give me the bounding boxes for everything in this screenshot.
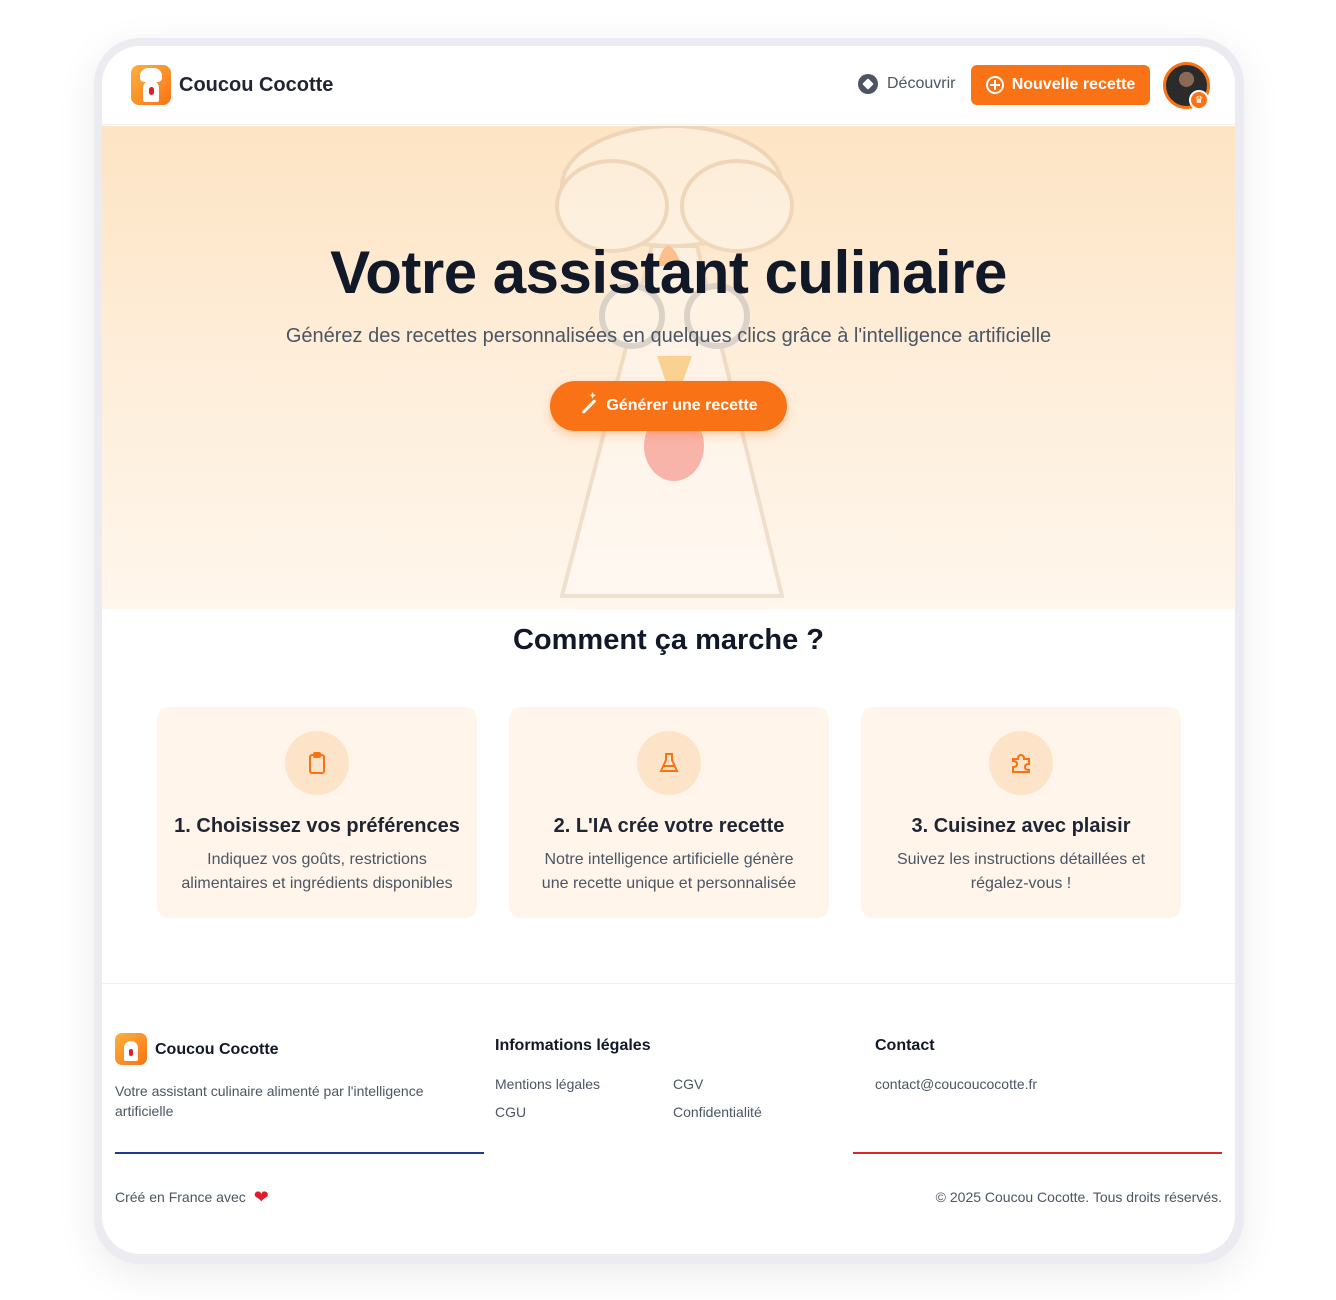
flag-red-line xyxy=(853,1152,1222,1154)
new-recipe-button[interactable]: Nouvelle recette xyxy=(971,65,1150,105)
footer: Coucou Cocotte Votre assistant culinaire… xyxy=(102,983,1235,1254)
discover-label: Découvrir xyxy=(887,75,956,92)
crown-icon: ♛ xyxy=(1189,90,1209,110)
contact-heading: Contact xyxy=(875,1037,935,1054)
hero-section: Votre assistant culinaire Générez des re… xyxy=(102,126,1235,609)
brand-name[interactable]: Coucou Cocotte xyxy=(179,74,333,97)
made-in-france: Créé en France avec ❤ xyxy=(115,1187,269,1207)
step-title: 2. L'IA crée votre recette xyxy=(553,815,785,837)
generate-recipe-label: Générer une recette xyxy=(606,397,758,414)
hero-subtitle: Générez des recettes personnalisées en q… xyxy=(285,325,1052,347)
step-title: 1. Choisissez vos préférences xyxy=(174,815,460,837)
legal-link-mentions[interactable]: Mentions légales xyxy=(495,1076,600,1092)
legal-heading: Informations légales xyxy=(495,1037,651,1054)
footer-brand: Coucou Cocotte xyxy=(155,1041,279,1058)
legal-link-cgu[interactable]: CGU xyxy=(495,1104,526,1120)
discover-link[interactable]: Découvrir xyxy=(858,74,955,94)
brand-logo-icon[interactable] xyxy=(131,65,171,105)
flag-blue-line xyxy=(115,1152,484,1154)
step-title: 3. Cuisinez avec plaisir xyxy=(911,815,1131,837)
hero-title: Votre assistant culinaire xyxy=(330,239,1007,306)
footer-description: Votre assistant culinaire alimenté par l… xyxy=(115,1083,424,1119)
legal-link-privacy[interactable]: Confidentialité xyxy=(673,1104,762,1120)
clipboard-icon xyxy=(285,731,349,795)
step-text: Indiquez vos goûts, restrictions aliment… xyxy=(181,851,453,892)
copyright: © 2025 Coucou Cocotte. Tous droits réser… xyxy=(935,1189,1222,1205)
step-card: 3. Cuisinez avec plaisir Suivez les inst… xyxy=(861,707,1181,918)
magic-wand-icon xyxy=(579,391,597,415)
made-in-label: Créé en France avec xyxy=(115,1189,246,1205)
footer-logo-icon xyxy=(115,1033,147,1065)
generate-recipe-button[interactable]: Générer une recette xyxy=(550,381,787,431)
step-text: Suivez les instructions détaillées et ré… xyxy=(896,851,1146,892)
heart-icon: ❤ xyxy=(253,1187,269,1207)
top-navbar: Coucou Cocotte Découvrir Nouvelle recett… xyxy=(102,46,1235,125)
step-text: Notre intelligence artificielle génère u… xyxy=(541,851,797,892)
step-card: 2. L'IA crée votre recette Notre intelli… xyxy=(509,707,829,918)
how-it-works-title: Comment ça marche ? xyxy=(512,624,825,656)
app-screen: Coucou Cocotte Découvrir Nouvelle recett… xyxy=(102,46,1235,1254)
legal-link-cgv[interactable]: CGV xyxy=(673,1076,703,1092)
new-recipe-label: Nouvelle recette xyxy=(1011,76,1136,93)
contact-email-link[interactable]: contact@coucoucocotte.fr xyxy=(875,1076,1037,1092)
puzzle-icon xyxy=(989,731,1053,795)
compass-icon xyxy=(858,74,878,94)
chef-chicken-illustration xyxy=(555,126,794,598)
flask-icon xyxy=(637,731,701,795)
step-card: 1. Choisissez vos préférences Indiquez v… xyxy=(157,707,477,918)
plus-circle-icon xyxy=(985,76,1004,94)
